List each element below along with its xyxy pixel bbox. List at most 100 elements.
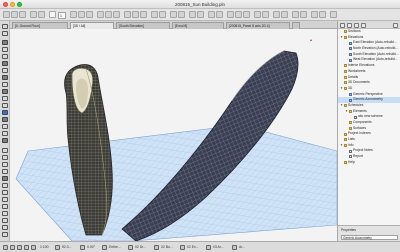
- 3d-viewport[interactable]: [10, 29, 337, 241]
- story-down-icon[interactable]: [216, 11, 223, 18]
- info-box-icon[interactable]: [300, 11, 307, 18]
- tab-emul-8[interactable]: [Emul 8]: [172, 22, 224, 29]
- undo-icon[interactable]: [30, 11, 37, 18]
- tool-detail[interactable]: [2, 225, 8, 230]
- tool-line[interactable]: [2, 183, 8, 188]
- tab-panel-axis[interactable]: [200815_Panel 8 axis 2D 4]: [226, 22, 290, 29]
- renovation-filter-select[interactable]: 02 Ex...: [187, 245, 199, 249]
- layout-book-icon[interactable]: [159, 11, 166, 18]
- navigator-item[interactable]: Help: [338, 160, 400, 166]
- tool-window[interactable]: [2, 54, 8, 59]
- marquee-tool-icon[interactable]: [70, 11, 77, 18]
- redo-icon[interactable]: [38, 11, 45, 18]
- tool-slab[interactable]: [2, 75, 8, 80]
- tool-object[interactable]: [2, 124, 8, 129]
- 3d-view-icon[interactable]: [124, 11, 131, 18]
- tool-curtain-wall[interactable]: [2, 110, 8, 115]
- navigator-tree: Sections ▾ Elevations East Elevation (Auto-…: [338, 29, 400, 166]
- save-icon[interactable]: [19, 11, 26, 18]
- grid-icon[interactable]: [243, 11, 250, 18]
- window-icon[interactable]: [197, 11, 204, 18]
- tab-ground-floor[interactable]: [0. Ground Floor]: [12, 22, 68, 29]
- tool-wall[interactable]: [2, 40, 8, 45]
- tool-elevation[interactable]: [2, 218, 8, 223]
- tool-railing[interactable]: [2, 103, 8, 108]
- publisher-sets-icon[interactable]: [361, 22, 366, 28]
- help-icon[interactable]: [330, 11, 337, 18]
- new-file-icon[interactable]: [3, 11, 10, 18]
- tool-drawing[interactable]: [2, 204, 8, 209]
- layer-combination-select[interactable]: Entire...: [109, 245, 121, 249]
- angle-readout[interactable]: 0.00°: [87, 245, 95, 249]
- curtain-wall-icon: [2, 110, 8, 115]
- tool-morph[interactable]: [2, 117, 8, 122]
- tool-label[interactable]: [2, 169, 8, 174]
- tool-roof[interactable]: [2, 82, 8, 87]
- mep-icon[interactable]: [254, 11, 261, 18]
- schedule-icon[interactable]: [262, 11, 269, 18]
- syringe-icon[interactable]: [113, 11, 120, 18]
- tool-mesh[interactable]: [2, 138, 8, 143]
- tool-text[interactable]: [2, 162, 8, 167]
- tab-3d-all[interactable]: [3D / All]: [70, 22, 114, 29]
- tool-beam[interactable]: [2, 68, 8, 73]
- redo-status-icon[interactable]: [10, 244, 15, 250]
- floor-plan-icon[interactable]: [132, 11, 139, 18]
- fit-in-window-icon[interactable]: [31, 244, 36, 250]
- tab-overflow[interactable]: [292, 22, 300, 29]
- options-icon[interactable]: [189, 11, 196, 18]
- tool-arc[interactable]: [2, 190, 8, 195]
- bim-cloud-icon[interactable]: [178, 11, 185, 18]
- dimension-standard-select[interactable]: Ar...: [239, 245, 245, 249]
- tool-section[interactable]: [2, 211, 8, 216]
- tool-door[interactable]: [2, 47, 8, 52]
- zoom-in-icon[interactable]: [17, 244, 22, 250]
- eyedropper-icon[interactable]: [105, 11, 112, 18]
- find-select-icon[interactable]: [311, 11, 318, 18]
- open-file-icon[interactable]: [11, 11, 18, 18]
- layer-combo-icon: [102, 244, 107, 250]
- 3d-model-canvas[interactable]: [10, 29, 337, 241]
- render-icon[interactable]: [151, 11, 158, 18]
- tool-fill[interactable]: [2, 176, 8, 181]
- undo-status-icon[interactable]: [3, 244, 8, 250]
- tool-more[interactable]: [2, 232, 8, 237]
- story-up-icon[interactable]: [208, 11, 215, 18]
- object-icon: [2, 124, 8, 129]
- tool-marquee[interactable]: [2, 31, 8, 36]
- snap-guides-icon[interactable]: [86, 11, 93, 18]
- tool-level-dimension[interactable]: [2, 155, 8, 160]
- zoom-field[interactable]: 1: [58, 11, 66, 19]
- layers-icon[interactable]: [235, 11, 242, 18]
- pen-tool-icon[interactable]: [97, 11, 104, 18]
- publisher-icon[interactable]: [273, 11, 280, 18]
- layout-book-nav-icon[interactable]: [354, 22, 359, 28]
- zoom-out-icon[interactable]: [24, 244, 29, 250]
- door-icon: [2, 47, 8, 52]
- zoom-percent-readout[interactable]: 52.3...: [62, 245, 71, 249]
- project-map-icon[interactable]: [340, 22, 345, 28]
- pen-set-select[interactable]: 02 Dr...: [135, 245, 146, 249]
- navigator-options-icon[interactable]: [393, 22, 398, 28]
- graphic-override-icon[interactable]: [319, 11, 326, 18]
- tool-polyline[interactable]: [2, 197, 8, 202]
- trace-reference-icon[interactable]: [227, 11, 234, 18]
- scale-readout[interactable]: 1:100: [40, 245, 49, 249]
- tool-column[interactable]: [2, 61, 8, 66]
- organizer-icon[interactable]: [281, 11, 288, 18]
- navigator-toggle-icon[interactable]: [292, 11, 299, 18]
- view-map-icon[interactable]: [347, 22, 352, 28]
- tool-zone[interactable]: [2, 131, 8, 136]
- tool-dimension[interactable]: [2, 148, 8, 153]
- tab-south-elevation[interactable]: [South Elevation]: [116, 22, 170, 29]
- teamwork-icon[interactable]: [170, 11, 177, 18]
- magic-wand-icon[interactable]: [78, 11, 85, 18]
- section-icon[interactable]: [140, 11, 147, 18]
- model-view-select[interactable]: 02 Bu...: [161, 245, 173, 249]
- tool-shell[interactable]: [2, 89, 8, 94]
- arrow-tool-icon[interactable]: [49, 11, 56, 18]
- tool-stair[interactable]: [2, 96, 8, 101]
- tool-arrow[interactable]: [2, 24, 8, 29]
- view-name-field[interactable]: Generic Axonometry: [341, 235, 398, 240]
- graphic-override-select[interactable]: 03 Ar...: [213, 245, 224, 249]
